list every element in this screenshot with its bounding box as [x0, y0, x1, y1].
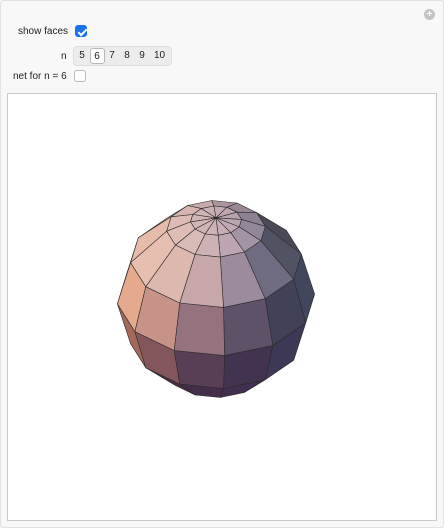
- n-option-7[interactable]: 7: [105, 48, 120, 64]
- polyhedron-face: [223, 298, 274, 356]
- graphics-area[interactable]: [7, 93, 437, 521]
- plus-icon[interactable]: +: [424, 9, 435, 20]
- n-option-8[interactable]: 8: [120, 48, 135, 64]
- polyhedron-graphic[interactable]: [8, 94, 436, 520]
- net-label: net for n = 6: [13, 70, 67, 82]
- n-option-9[interactable]: 9: [135, 48, 150, 64]
- show-faces-row: show faces: [18, 25, 88, 37]
- manipulate-panel: + show faces n 5 6 7 8 9 10 net for n = …: [0, 0, 444, 528]
- n-setter-row: n 5 6 7 8 9 10: [61, 46, 172, 66]
- net-checkbox[interactable]: [73, 70, 86, 82]
- polyhedron-face: [173, 302, 225, 356]
- n-label: n: [61, 50, 67, 62]
- show-faces-checkbox[interactable]: [75, 25, 88, 37]
- n-option-10[interactable]: 10: [150, 48, 170, 64]
- polyhedron-face: [173, 350, 225, 389]
- n-option-6[interactable]: 6: [89, 48, 105, 64]
- n-option-5[interactable]: 5: [75, 48, 90, 64]
- n-setter-bar: 5 6 7 8 9 10: [72, 46, 172, 66]
- net-row: net for n = 6: [13, 70, 86, 82]
- show-faces-label: show faces: [18, 25, 69, 37]
- polyhedron-faces: [117, 200, 315, 398]
